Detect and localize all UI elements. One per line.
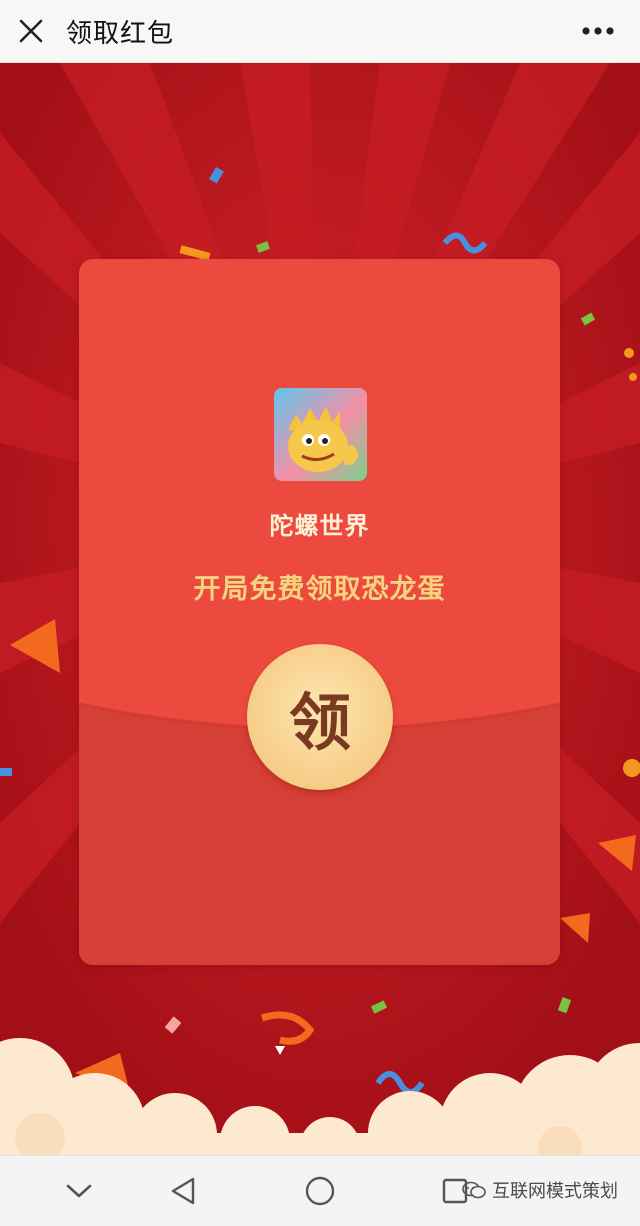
claim-button-label: 领	[288, 686, 351, 759]
claim-button[interactable]: 领	[247, 644, 393, 790]
red-packet-stage: 陀螺世界 开局免费领取恐龙蛋 领	[0, 63, 640, 1155]
nav-hide-keyboard-button[interactable]	[56, 1168, 102, 1214]
nav-back-button[interactable]	[160, 1168, 206, 1214]
back-triangle-icon	[171, 1177, 195, 1205]
app-name: 陀螺世界	[269, 512, 370, 540]
envelope-flap	[79, 702, 560, 965]
chevron-down-icon	[66, 1184, 92, 1198]
dinosaur-logo-icon	[274, 388, 367, 481]
more-dots-icon	[582, 27, 614, 35]
watermark-text: 互联网模式策划	[492, 1181, 618, 1202]
more-button[interactable]	[578, 16, 618, 46]
promo-text: 开局免费领取恐龙蛋	[193, 574, 446, 605]
app-logo	[274, 388, 367, 481]
red-envelope[interactable]: 陀螺世界 开局免费领取恐龙蛋 领	[79, 259, 560, 965]
home-circle-icon	[305, 1176, 335, 1206]
system-nav-bar: 互联网模式策划	[0, 1155, 640, 1226]
app-header: 领取红包	[0, 0, 640, 63]
page-title: 领取红包	[66, 19, 175, 49]
watermark: 互联网模式策划	[462, 1177, 618, 1203]
wechat-channel-icon	[462, 1181, 486, 1199]
nav-home-button[interactable]	[297, 1168, 343, 1214]
close-icon	[19, 19, 43, 43]
close-button[interactable]	[14, 14, 48, 48]
